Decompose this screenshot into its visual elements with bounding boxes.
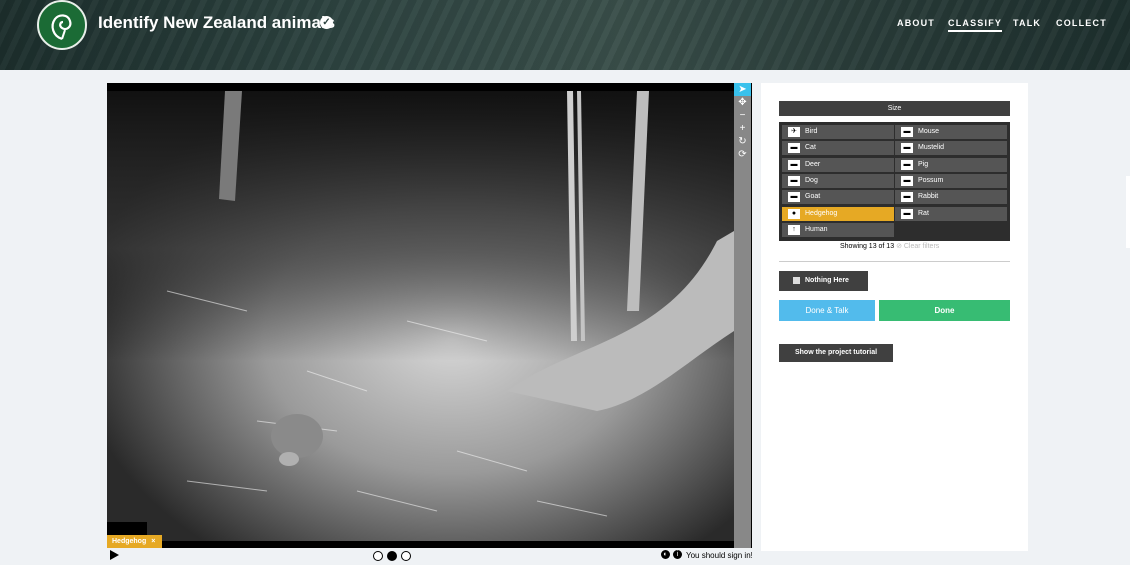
info-icon[interactable]: i [673,550,682,559]
choice-hedgehog[interactable]: ● Hedgehog [782,206,894,221]
zoom-in-icon[interactable]: + [734,122,751,135]
choice-label: Pig [918,160,929,168]
selected-tag[interactable]: Hedgehog × [107,535,162,548]
goat-icon: ▬ [788,192,800,203]
clear-filters-label: Clear filters [903,243,940,250]
checkbox-icon [793,277,800,284]
choice-pig[interactable]: ▬ Pig [895,157,1007,172]
camera-trap-image[interactable] [107,91,734,541]
nothing-here-label: Nothing Here [805,277,849,284]
human-icon: ↑ [788,224,800,235]
clear-filters-link[interactable]: ⊘ Clear filters [896,243,939,250]
rabbit-icon: ▬ [901,192,913,203]
subject-viewer [107,83,752,548]
choice-goat[interactable]: ▬ Goat [782,190,894,205]
reset-icon[interactable]: ⟳ [734,148,751,161]
nav-about[interactable]: ABOUT [897,18,935,28]
showing-text: Showing 13 of 13 [840,243,895,250]
choice-bird[interactable]: ✈ Bird [782,125,894,139]
choice-label: Mouse [918,128,940,135]
zoom-out-icon[interactable]: − [734,109,751,122]
bird-icon: ✈ [788,127,800,137]
choice-mouse[interactable]: ▬ Mouse [895,125,1007,139]
choice-label: Rat [918,209,929,217]
mouse-icon: ▬ [901,127,913,137]
done-button[interactable]: Done [879,300,1010,321]
choice-label: Goat [805,193,821,201]
check-circle-icon: ✓ [320,16,333,29]
size-filter-button[interactable]: Size [779,101,1010,116]
mustelid-icon: ▬ [901,143,913,154]
nav-classify[interactable]: CLASSIFY [948,18,1003,32]
site-header [0,0,1130,70]
nav-talk[interactable]: TALK [1013,18,1041,28]
frame-dot-3[interactable] [401,551,411,561]
choice-possum[interactable]: ▬ Possum [895,173,1007,188]
choice-rabbit[interactable]: ▬ Rabbit [895,190,1007,205]
done-and-talk-button[interactable]: Done & Talk [779,300,875,321]
choice-label: Cat [805,144,816,152]
choice-label: Mustelid [918,144,945,152]
dog-icon: ▬ [788,175,800,186]
project-title[interactable]: Identify New Zealand animals [98,13,335,33]
invert-icon[interactable]: ◐ [661,550,670,559]
project-tutorial-button[interactable]: Show the project tutorial [779,344,893,362]
choice-label: Possum [918,176,944,184]
pointer-icon[interactable]: ➤ [734,83,751,96]
choice-label: Rabbit [918,193,939,201]
cat-icon: ▬ [788,143,800,154]
side-edge-tab[interactable] [1126,176,1130,248]
play-icon[interactable] [110,550,119,560]
choice-human[interactable]: ↑ Human [782,222,894,237]
fern-spiral-icon[interactable] [37,0,87,50]
choice-label: Dog [805,176,818,184]
sign-in-prompt[interactable]: You should sign in! [686,551,752,560]
showing-count: Showing 13 of 13 ⊘ Clear filters [840,242,939,250]
rat-icon: ▬ [901,208,913,219]
possum-icon: ▬ [901,175,913,186]
choice-rat[interactable]: ▬ Rat [895,206,1007,221]
frame-dot-2[interactable] [387,551,397,561]
close-icon[interactable]: × [151,538,155,545]
selected-tag-label: Hedgehog [112,538,147,545]
divider [779,261,1010,262]
pig-icon: ▬ [901,159,913,170]
choice-dog[interactable]: ▬ Dog [782,173,894,188]
choice-cat[interactable]: ▬ Cat [782,141,894,156]
tag-placeholder [107,522,147,535]
choice-label: Hedgehog [805,209,838,217]
choice-label: Bird [805,128,818,135]
nav-collect[interactable]: COLLECT [1056,18,1107,28]
choice-label: Human [805,225,828,233]
deer-icon: ▬ [788,159,800,170]
rotate-icon[interactable]: ↻ [734,135,751,148]
move-icon[interactable]: ✥ [734,96,751,109]
nothing-here-button[interactable]: Nothing Here [779,271,868,291]
choice-mustelid[interactable]: ▬ Mustelid [895,141,1007,156]
frame-dot-1[interactable] [373,551,383,561]
viewer-toolbar: ➤ ✥ − + ↻ ⟳ [734,83,751,548]
hedgehog-icon: ● [788,208,800,219]
choice-label: Deer [805,160,821,168]
choice-deer[interactable]: ▬ Deer [782,157,894,172]
